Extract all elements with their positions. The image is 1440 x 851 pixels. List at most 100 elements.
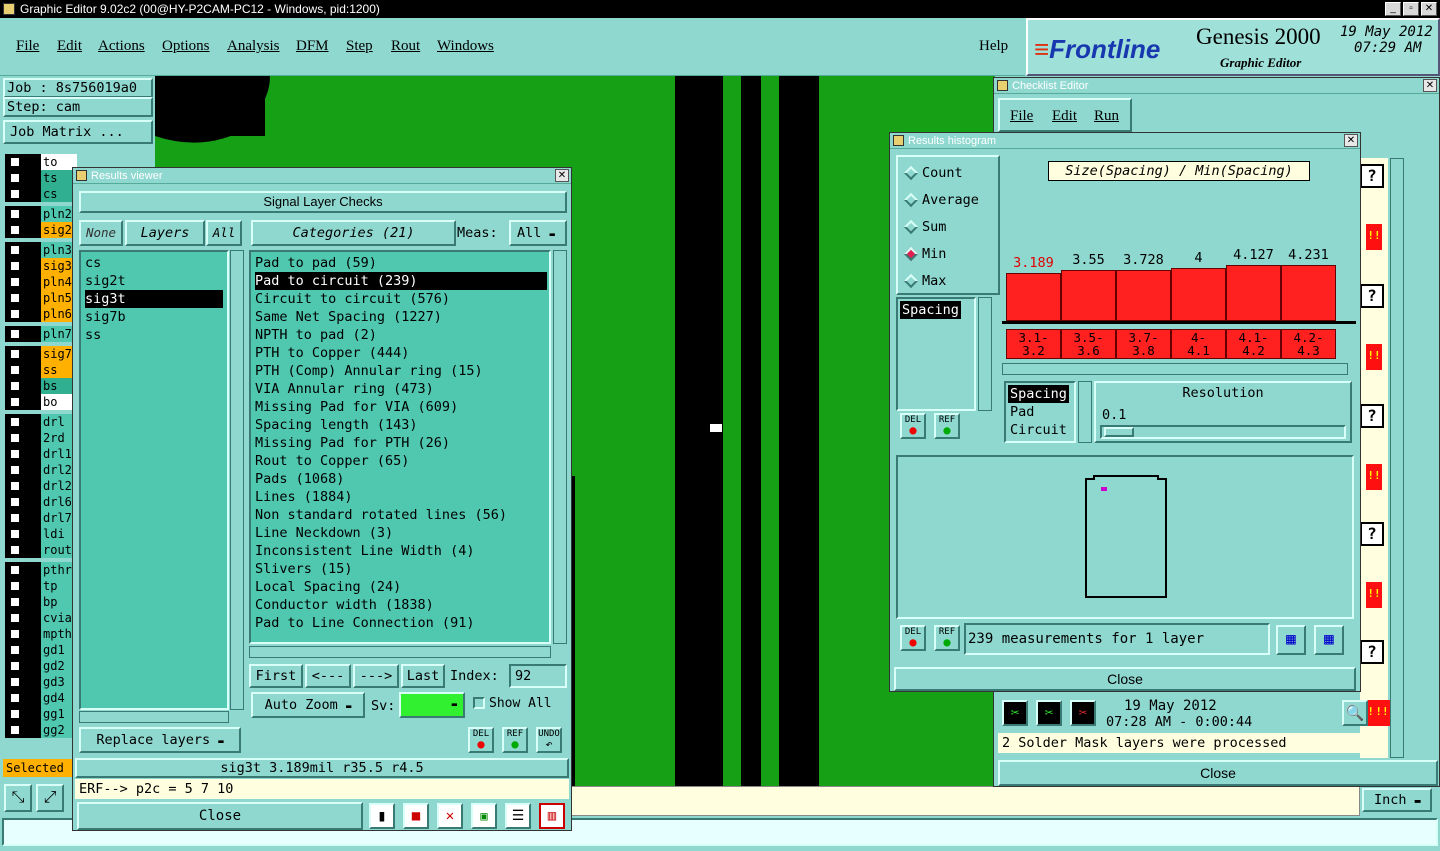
auto-zoom-select[interactable]: Auto Zoom ▬ xyxy=(251,692,365,718)
category-item[interactable]: Missing Pad for PTH (26) xyxy=(255,434,547,452)
measure-list[interactable]: Spacing xyxy=(896,297,976,411)
import-chart-icon[interactable]: ▦ xyxy=(1314,625,1344,655)
checklist-scrollbar[interactable] xyxy=(1390,158,1404,758)
prev-button[interactable]: <--- xyxy=(305,664,351,688)
run-check-icon[interactable]: ✂ xyxy=(1002,700,1028,726)
layer-work-indicator[interactable] xyxy=(25,462,41,478)
layer-checkbox[interactable] xyxy=(5,578,25,594)
layer-checkbox[interactable] xyxy=(5,610,25,626)
layers-button[interactable]: Layers xyxy=(125,220,205,246)
histogram-ref-button[interactable]: REF ● xyxy=(934,413,960,439)
type-list[interactable]: Spacing Pad Circuit xyxy=(1004,381,1076,443)
layer-work-indicator[interactable] xyxy=(25,326,41,342)
layer-checkbox[interactable] xyxy=(5,542,25,558)
menu-step[interactable]: Step xyxy=(346,38,373,55)
layer-work-indicator[interactable] xyxy=(25,674,41,690)
layer-checkbox[interactable] xyxy=(5,290,25,306)
layer-work-indicator[interactable] xyxy=(25,526,41,542)
run-all-icon[interactable]: ✂ xyxy=(1036,700,1062,726)
layer-work-indicator[interactable] xyxy=(25,446,41,462)
menu-analysis[interactable]: Analysis xyxy=(227,38,280,55)
type-item[interactable]: Circuit xyxy=(1010,421,1067,439)
index-input[interactable]: 92 xyxy=(509,664,567,688)
last-button[interactable]: Last xyxy=(401,664,445,688)
menu-rout[interactable]: Rout xyxy=(391,38,420,55)
category-item[interactable]: Pads (1068) xyxy=(255,470,547,488)
histogram-icon[interactable]: ▥ xyxy=(539,803,565,829)
layer-work-indicator[interactable] xyxy=(25,414,41,430)
categories-list[interactable]: Pad to pad (59) Pad to circuit (239) Circu… xyxy=(249,250,551,644)
layer-checkbox[interactable] xyxy=(5,326,25,342)
measure-list-scrollbar[interactable] xyxy=(978,297,992,411)
layer-checkbox[interactable] xyxy=(5,346,25,362)
layer-checkbox[interactable] xyxy=(5,658,25,674)
layer-work-indicator[interactable] xyxy=(25,170,41,186)
preview-del-button[interactable]: DEL ● xyxy=(900,625,926,651)
category-item[interactable]: Non standard rotated lines (56) xyxy=(255,506,547,524)
category-item[interactable]: Circuit to circuit (576) xyxy=(255,290,547,308)
mode-label[interactable]: Sum xyxy=(922,219,946,235)
check-info-icon[interactable]: ? xyxy=(1360,522,1384,546)
check-info-icon[interactable]: ? xyxy=(1360,164,1384,188)
layer-checkbox[interactable] xyxy=(5,186,25,202)
menu-windows[interactable]: Windows xyxy=(437,38,494,55)
show-all-checkbox[interactable] xyxy=(473,697,485,709)
type-item[interactable]: Pad xyxy=(1010,403,1034,421)
layer-checkbox[interactable] xyxy=(5,674,25,690)
category-item[interactable]: Slivers (15) xyxy=(255,560,547,578)
checklist-menu-edit[interactable]: Edit xyxy=(1052,108,1077,125)
histogram-bar[interactable] xyxy=(1116,270,1171,321)
layer-checkbox[interactable] xyxy=(5,206,25,222)
category-item[interactable]: Lines (1884) xyxy=(255,488,547,506)
layer-list-item[interactable]: ss xyxy=(85,326,223,344)
layer-checkbox[interactable] xyxy=(5,430,25,446)
checklist-menu-file[interactable]: File xyxy=(1010,108,1033,125)
layers-list[interactable]: cs sig2t sig3t sig7b ss xyxy=(79,250,229,710)
categories-hscrollbar[interactable] xyxy=(249,646,551,658)
none-button[interactable]: None xyxy=(79,220,123,246)
histogram-bar[interactable] xyxy=(1006,273,1061,321)
results-viewer-close-icon[interactable]: ✕ xyxy=(555,169,569,182)
layer-work-indicator[interactable] xyxy=(25,722,41,738)
check-info-icon[interactable]: ? xyxy=(1360,404,1384,428)
all-layers-button[interactable]: All xyxy=(206,220,242,246)
stop-check-icon[interactable]: ✂ xyxy=(1070,700,1096,726)
layer-list-item[interactable]: sig7b xyxy=(85,308,223,326)
mode-label[interactable]: Max xyxy=(922,273,946,289)
category-item[interactable]: Line Neckdown (3) xyxy=(255,524,547,542)
layer-checkbox[interactable] xyxy=(5,706,25,722)
layer-checkbox[interactable] xyxy=(5,274,25,290)
layer-work-indicator[interactable] xyxy=(25,510,41,526)
check-info-icon[interactable]: ? xyxy=(1360,284,1384,308)
job-matrix-button[interactable]: Job Matrix ... xyxy=(3,120,153,144)
mode-label[interactable]: Min xyxy=(922,246,946,262)
histogram-del-button[interactable]: DEL ● xyxy=(900,413,926,439)
layer-work-indicator[interactable] xyxy=(25,690,41,706)
layer-work-indicator[interactable] xyxy=(25,242,41,258)
mode-radio[interactable] xyxy=(903,165,919,181)
category-item[interactable]: Spacing length (143) xyxy=(255,416,547,434)
type-list-scrollbar[interactable] xyxy=(1078,381,1092,443)
zoom-area-icon[interactable]: ⤢ xyxy=(36,784,64,812)
command-line[interactable]: ERF--> p2c = 5 7 10 xyxy=(75,779,569,799)
layer-checkbox[interactable] xyxy=(5,526,25,542)
layer-checkbox[interactable] xyxy=(5,362,25,378)
layer-work-indicator[interactable] xyxy=(25,658,41,674)
layer-list-item[interactable]: sig2t xyxy=(85,272,223,290)
sv-select[interactable]: ▬ xyxy=(399,692,465,718)
mode-radio[interactable] xyxy=(903,192,919,208)
layer-checkbox[interactable] xyxy=(5,242,25,258)
categories-button[interactable]: Categories (21) xyxy=(251,220,456,246)
layer-work-indicator[interactable] xyxy=(25,222,41,238)
ref-button[interactable]: REF ● xyxy=(502,727,528,753)
layer-work-indicator[interactable] xyxy=(25,306,41,322)
layer-work-indicator[interactable] xyxy=(25,478,41,494)
layer-checkbox[interactable] xyxy=(5,170,25,186)
report-icon[interactable]: ☰ xyxy=(505,803,531,829)
layer-list-item[interactable]: sig3t xyxy=(85,290,223,308)
measure-list-item[interactable]: Spacing xyxy=(900,301,961,319)
histogram-close-button[interactable]: Close xyxy=(894,667,1356,691)
type-item[interactable]: Spacing xyxy=(1008,385,1069,403)
layer-checkbox[interactable] xyxy=(5,446,25,462)
categories-scrollbar[interactable] xyxy=(553,250,567,644)
